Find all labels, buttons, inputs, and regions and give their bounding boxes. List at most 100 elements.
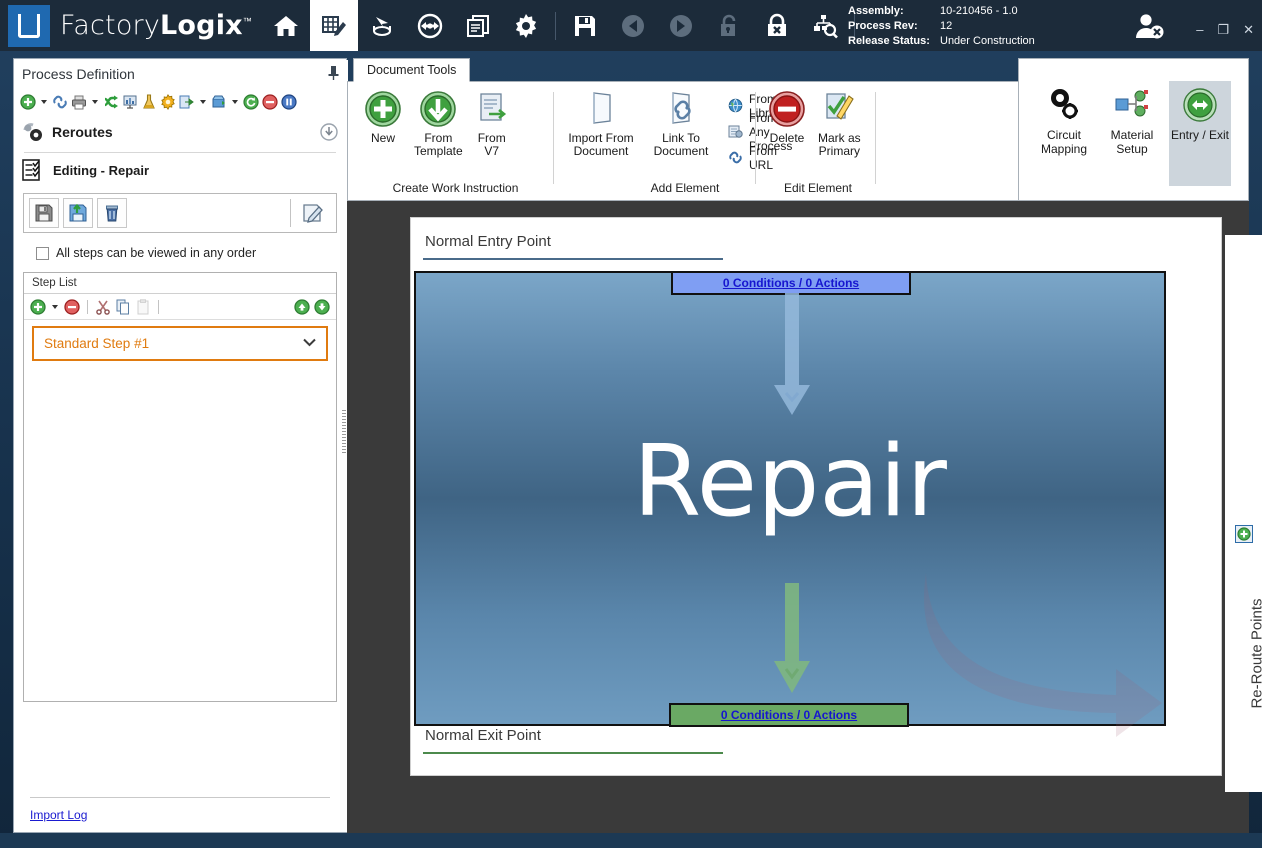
save-as-button[interactable] xyxy=(63,198,93,228)
cut-button[interactable] xyxy=(95,299,111,315)
from-v7-button[interactable]: From V7 xyxy=(469,90,515,158)
user-logout-icon[interactable] xyxy=(1132,12,1166,40)
delete-button[interactable]: Delete xyxy=(762,90,812,145)
editing-action-bar xyxy=(23,193,337,233)
reroute-swoosh-arrow-icon xyxy=(916,573,1166,743)
exit-conditions-link[interactable]: 0 Conditions / 0 Actions xyxy=(721,708,857,722)
window-controls: – ❐ ✕ xyxy=(1196,22,1254,38)
all-steps-any-order-row[interactable]: All steps can be viewed in any order xyxy=(36,246,346,260)
move-down-button[interactable] xyxy=(314,299,330,315)
reroutes-section[interactable]: Reroutes xyxy=(14,115,346,149)
remove-step-button[interactable] xyxy=(64,299,80,315)
material-setup-button[interactable]: Material Setup xyxy=(1101,81,1163,166)
settings-gear-icon[interactable] xyxy=(502,0,550,51)
import-from-document-label: Import From Document xyxy=(568,132,633,158)
import-icon[interactable] xyxy=(211,94,227,110)
add-step-dropdown-caret-icon[interactable] xyxy=(52,305,58,309)
panel-toolbar xyxy=(14,89,346,115)
move-up-button[interactable] xyxy=(294,299,310,315)
reroute-icon[interactable] xyxy=(103,94,119,110)
link-icon[interactable] xyxy=(52,94,68,110)
minimize-button[interactable]: – xyxy=(1196,22,1203,38)
refresh-icon[interactable] xyxy=(243,94,259,110)
process-box[interactable]: 0 Conditions / 0 Actions Repair xyxy=(414,271,1166,726)
export-dropdown-caret-icon[interactable] xyxy=(200,100,206,104)
editing-label: Editing - Repair xyxy=(53,163,149,178)
globe-icon xyxy=(728,98,743,114)
navigate-icon[interactable] xyxy=(406,0,454,51)
forward-arrow-icon[interactable] xyxy=(657,0,705,51)
entry-exit-button[interactable]: Entry / Exit xyxy=(1169,81,1231,186)
assembly-metadata: Assembly: 10-210456 - 1.0 Process Rev: 1… xyxy=(848,4,1035,49)
discard-button[interactable] xyxy=(97,198,127,228)
meta-value-assembly: 10-210456 - 1.0 xyxy=(940,4,1018,19)
from-template-button[interactable]: From Template xyxy=(408,90,469,158)
brand-trademark: ™ xyxy=(243,17,252,27)
stop-icon[interactable] xyxy=(262,94,278,110)
all-steps-any-order-checkbox[interactable] xyxy=(36,247,49,260)
settings-icon[interactable] xyxy=(160,94,176,110)
close-button[interactable]: ✕ xyxy=(1243,22,1254,38)
import-from-document-button[interactable]: Import From Document xyxy=(560,90,642,158)
save-icon[interactable] xyxy=(561,0,609,51)
titlebar-icon-row xyxy=(262,0,860,51)
process-icon xyxy=(728,124,743,140)
paste-button[interactable] xyxy=(135,299,151,315)
group-label-edit-element: Edit Element xyxy=(762,181,874,195)
edit-button[interactable] xyxy=(301,201,325,225)
group-items: New From Template From V7 xyxy=(358,84,553,174)
print-icon[interactable] xyxy=(71,94,87,110)
unlock-icon[interactable] xyxy=(705,0,753,51)
ribbon-group-divider-3 xyxy=(875,92,876,184)
process-definition-panel: Process Definition xyxy=(13,58,347,833)
status-bar xyxy=(0,833,1262,848)
add-icon[interactable] xyxy=(20,94,36,110)
mark-as-primary-button[interactable]: Mark as Primary xyxy=(812,90,867,158)
meta-row-release-status: Release Status: Under Construction xyxy=(848,34,1035,49)
ribbon-group-add-element: Import From Document Link To Document Fr… xyxy=(560,84,755,198)
action-bar-divider xyxy=(290,199,291,227)
exit-point-underline xyxy=(423,752,723,754)
back-arrow-icon[interactable] xyxy=(609,0,657,51)
list-item[interactable]: Standard Step #1 xyxy=(32,326,328,361)
add-step-button[interactable] xyxy=(30,299,46,315)
pin-icon[interactable] xyxy=(327,65,340,83)
lock-revoke-icon[interactable] xyxy=(753,0,801,51)
home-icon[interactable] xyxy=(262,0,310,51)
maximize-button[interactable]: ❐ xyxy=(1217,22,1229,38)
inspect-structure-icon[interactable] xyxy=(801,0,849,51)
import-dropdown-caret-icon[interactable] xyxy=(232,100,238,104)
right-group-items: Circuit Mapping Material Setup Entry / E… xyxy=(1019,59,1248,186)
panel-header: Process Definition xyxy=(14,59,346,89)
checklist-icon xyxy=(22,158,44,182)
import-log-link[interactable]: Import Log xyxy=(30,808,87,822)
tab-document-tools[interactable]: Document Tools xyxy=(353,58,470,82)
copy-button[interactable] xyxy=(115,299,131,315)
add-dropdown-caret-icon[interactable] xyxy=(41,100,47,104)
exit-conditions-badge[interactable]: 0 Conditions / 0 Actions xyxy=(669,703,909,727)
document-canvas: Normal Entry Point 0 Conditions / 0 Acti… xyxy=(347,201,1249,833)
process-definition-icon[interactable] xyxy=(310,0,358,51)
entry-conditions-link[interactable]: 0 Conditions / 0 Actions xyxy=(723,276,859,290)
down-arrow-circle-icon[interactable] xyxy=(320,123,338,141)
export-icon[interactable] xyxy=(179,94,195,110)
reports-icon[interactable] xyxy=(454,0,502,51)
meta-key-assembly: Assembly: xyxy=(848,4,940,19)
reroute-points-title: Re-Route Points xyxy=(1249,504,1262,804)
save-button[interactable] xyxy=(29,198,59,228)
group-items: Import From Document Link To Document Fr… xyxy=(560,84,755,174)
splitter-grip[interactable] xyxy=(342,410,346,454)
pause-icon[interactable] xyxy=(281,94,297,110)
materials-icon[interactable] xyxy=(358,0,406,51)
material-setup-label: Material Setup xyxy=(1111,128,1154,156)
test-flask-icon[interactable] xyxy=(141,94,157,110)
link-to-document-button[interactable]: Link To Document xyxy=(642,90,720,158)
entry-conditions-badge[interactable]: 0 Conditions / 0 Actions xyxy=(671,271,911,295)
chart-icon[interactable] xyxy=(122,94,138,110)
print-dropdown-caret-icon[interactable] xyxy=(92,100,98,104)
new-button[interactable]: New xyxy=(358,90,408,145)
exit-flow-arrow-icon xyxy=(768,583,816,708)
circuit-mapping-button[interactable]: Circuit Mapping xyxy=(1033,81,1095,166)
ribbon-right-group: Circuit Mapping Material Setup Entry / E… xyxy=(1018,58,1249,201)
chevron-down-icon[interactable] xyxy=(303,338,316,350)
